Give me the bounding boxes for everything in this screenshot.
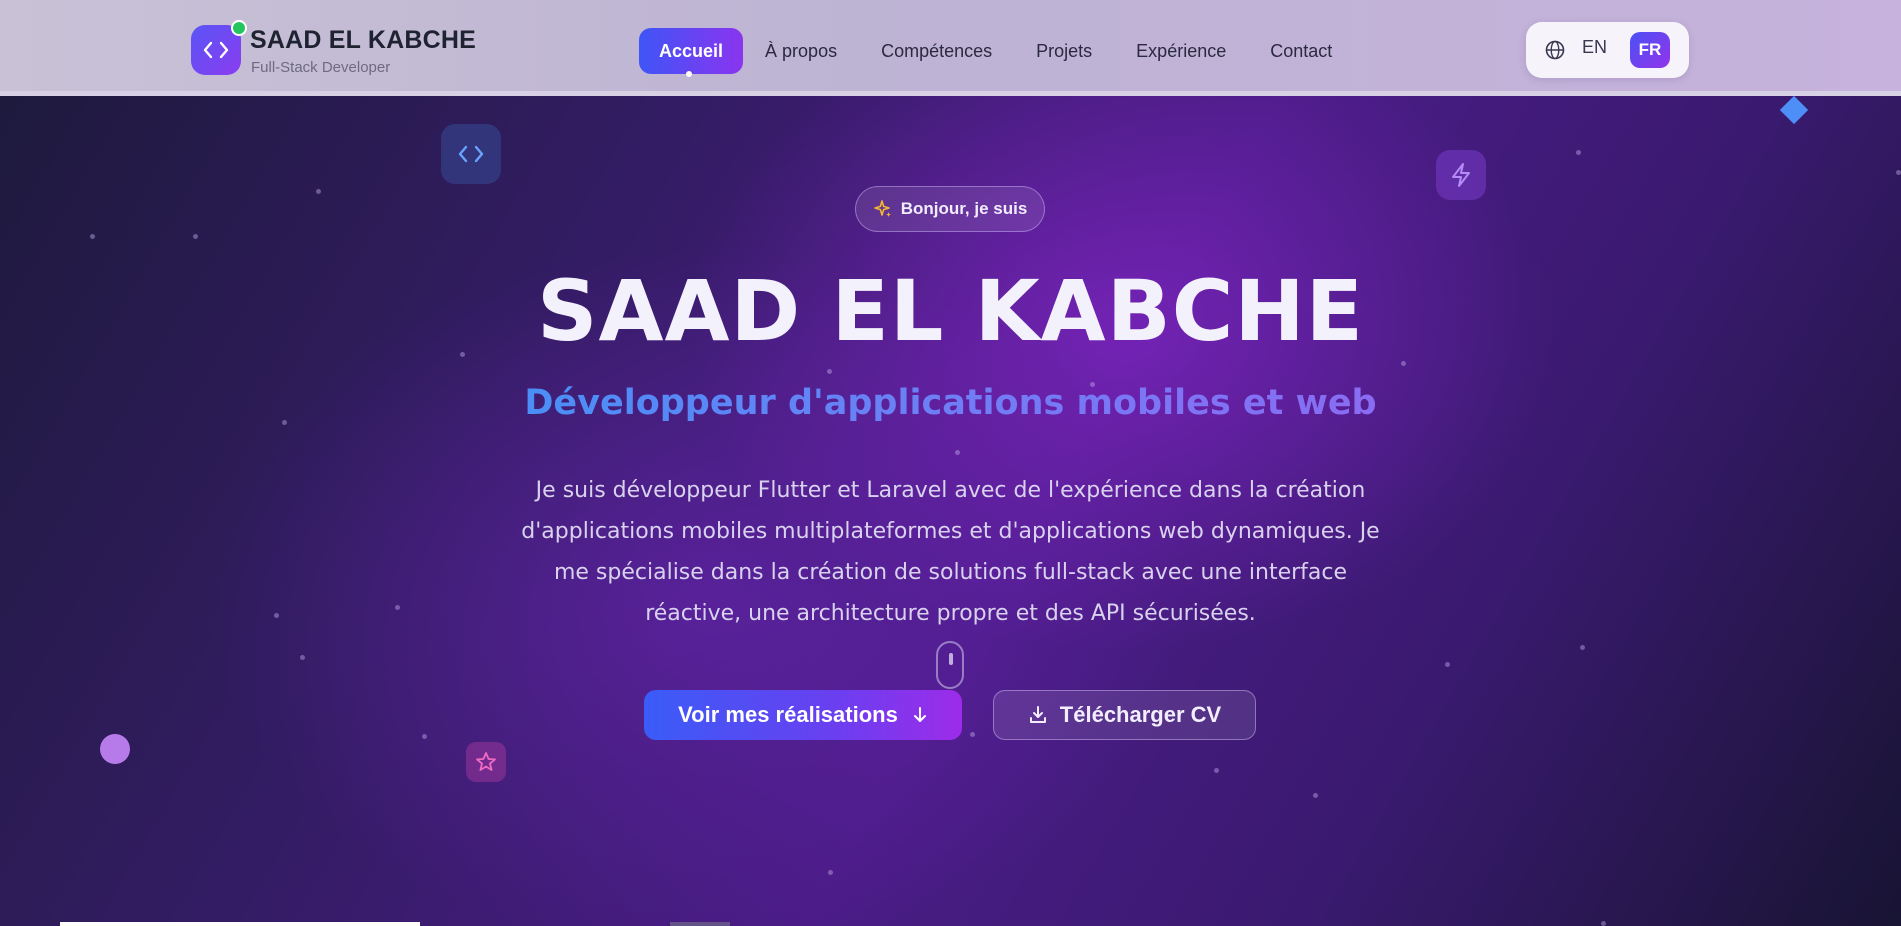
active-nav-indicator	[686, 71, 692, 77]
background-particle	[955, 450, 960, 455]
sparkles-icon	[873, 200, 891, 217]
language-switcher: EN FR	[1526, 22, 1689, 78]
code-icon	[203, 41, 229, 59]
globe-icon[interactable]	[1544, 39, 1566, 61]
background-particle	[1214, 768, 1219, 773]
background-particle	[1401, 361, 1406, 366]
brand-subtitle: Full-Stack Developer	[251, 59, 391, 76]
hero-title: SAAD EL KABCHE	[536, 262, 1365, 360]
hero-description: Je suis développeur Flutter et Laravel a…	[521, 478, 1380, 626]
online-status-dot	[231, 20, 247, 36]
background-particle	[1580, 645, 1585, 650]
horizontal-scrollbar-thumb[interactable]	[670, 922, 730, 926]
background-particle	[1601, 921, 1606, 926]
bolt-icon	[1452, 163, 1470, 187]
background-particle	[1896, 170, 1901, 175]
view-projects-label: Voir mes réalisations	[678, 702, 898, 727]
language-option-en[interactable]: EN	[1582, 37, 1607, 58]
background-particle	[395, 605, 400, 610]
language-option-fr[interactable]: FR	[1630, 32, 1670, 68]
background-particle	[316, 189, 321, 194]
nav-item-competences[interactable]: Compétences	[859, 28, 1014, 74]
main-nav: Accueil À propos Compétences Projets Exp…	[639, 28, 1354, 74]
scroll-progress-bar	[60, 922, 420, 926]
scroll-wheel	[949, 653, 953, 665]
background-particle	[828, 870, 833, 875]
background-particle	[193, 234, 198, 239]
background-particle	[90, 234, 95, 239]
greeting-badge: Bonjour, je suis	[855, 186, 1045, 232]
download-icon	[1029, 706, 1046, 723]
background-particle	[300, 655, 305, 660]
nav-item-accueil[interactable]: Accueil	[639, 28, 744, 74]
top-navbar: SAAD EL KABCHE Full-Stack Developer Accu…	[0, 0, 1901, 96]
greeting-text: Bonjour, je suis	[900, 199, 1028, 218]
download-cv-button[interactable]: Télécharger CV	[993, 690, 1256, 740]
scroll-indicator[interactable]	[936, 641, 964, 689]
background-particle	[970, 732, 975, 737]
arrow-down-icon	[913, 707, 926, 722]
background-particle	[827, 369, 832, 374]
floating-code-badge	[441, 124, 501, 184]
view-projects-button[interactable]: Voir mes réalisations	[644, 690, 962, 740]
hero-role-text: Développeur d'applications mobiles et we…	[524, 383, 1377, 423]
background-particle	[274, 613, 279, 618]
floating-orb-shape	[100, 734, 130, 764]
nav-item-contact[interactable]: Contact	[1248, 28, 1354, 74]
star-icon	[476, 752, 496, 771]
floating-bolt-badge	[1436, 150, 1486, 200]
hero-section	[0, 0, 1901, 926]
background-particle	[1576, 150, 1581, 155]
code-icon	[458, 145, 484, 163]
nav-item-projets[interactable]: Projets	[1014, 28, 1114, 74]
background-particle	[1445, 662, 1450, 667]
nav-item-a-propos[interactable]: À propos	[743, 28, 859, 74]
hero-role: Développeur d'applications mobiles et we…	[0, 383, 1901, 423]
nav-item-experience[interactable]: Expérience	[1114, 28, 1248, 74]
background-particle	[422, 734, 427, 739]
background-particle	[1313, 793, 1318, 798]
brand-name[interactable]: SAAD EL KABCHE	[250, 26, 476, 55]
download-cv-label: Télécharger CV	[1059, 702, 1222, 727]
floating-star-badge	[466, 742, 506, 782]
